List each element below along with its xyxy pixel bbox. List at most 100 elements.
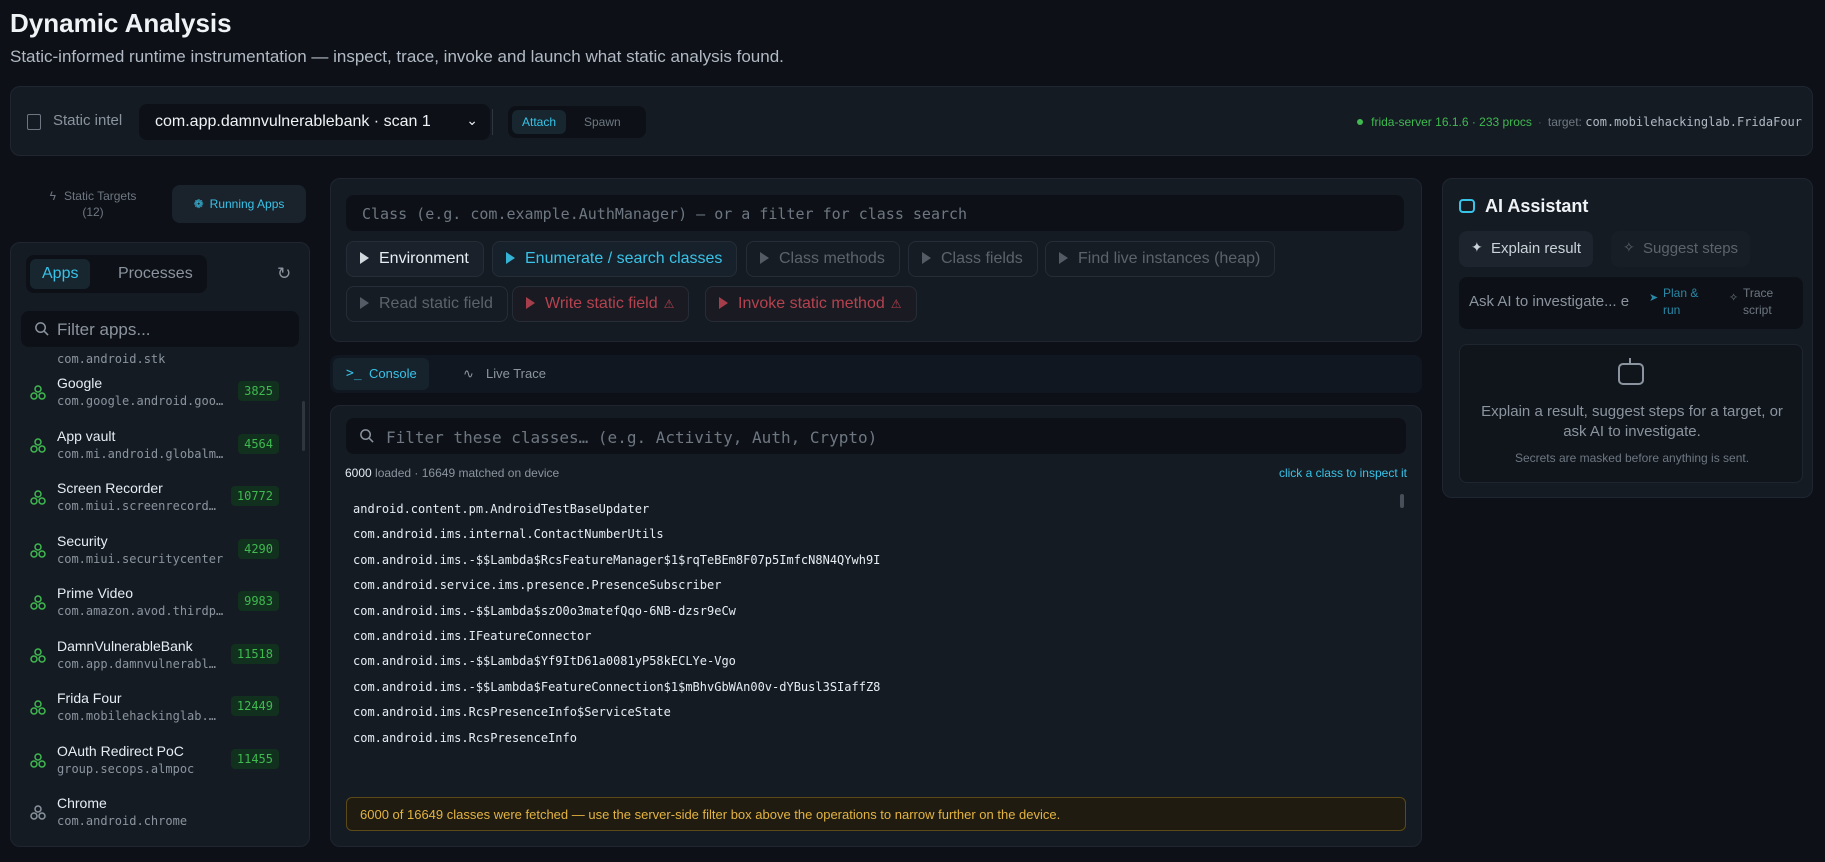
operations-panel: Class (e.g. com.example.AuthManager) — o… xyxy=(330,178,1422,342)
tab-running-apps[interactable]: ❁ Running Apps xyxy=(172,185,306,223)
find-instances-label: Find live instances (heap) xyxy=(1078,250,1261,267)
app-name: Google xyxy=(57,375,103,391)
find-live-instances-button[interactable]: Find live instances (heap) xyxy=(1045,241,1276,277)
app-name: Screen Recorder xyxy=(57,480,163,496)
plan-run-button[interactable]: Plan & run xyxy=(1663,285,1703,319)
read-static-label: Read static field xyxy=(379,295,493,312)
class-row[interactable]: android.content.pm.AndroidTestBaseUpdate… xyxy=(353,502,649,516)
list-item[interactable]: OAuth Redirect PoC group.secops.almpoc 114… xyxy=(11,739,309,791)
warning-icon: ⚠ xyxy=(890,297,902,311)
ai-investigate-input[interactable]: Ask AI to investigate... e ➤ Plan & run … xyxy=(1459,277,1803,329)
search-icon xyxy=(35,322,49,336)
list-item[interactable]: Screen Recorder com.miui.screenrecord… 107… xyxy=(11,476,309,528)
tab-static-targets[interactable]: ϟ Static Targets (12) xyxy=(18,185,168,223)
fetch-limit-banner: 6000 of 16649 classes were fetched — use… xyxy=(346,797,1406,831)
click-hint: click a class to inspect it xyxy=(1278,466,1407,480)
class-row[interactable]: com.android.ims.-$$Lambda$RcsFeatureMana… xyxy=(353,553,880,567)
class-row[interactable]: com.android.ims.IFeatureConnector xyxy=(353,629,591,643)
console-tabs: >_ Console ∿ Live Trace xyxy=(330,355,1422,393)
scrollbar[interactable] xyxy=(1400,494,1404,508)
play-icon xyxy=(922,252,931,264)
ai-empty-message: Explain a result, suggest steps for a ta… xyxy=(1481,403,1783,440)
class-row[interactable]: com.android.ims.-$$Lambda$FeatureConnect… xyxy=(353,680,880,694)
refresh-icon[interactable]: ↻ xyxy=(277,265,295,283)
filter-apps-input[interactable]: Filter apps... xyxy=(21,311,299,347)
class-row[interactable]: com.android.service.ims.presence.Presenc… xyxy=(353,578,721,592)
read-static-field-button[interactable]: Read static field xyxy=(346,286,508,322)
app-icon xyxy=(30,805,46,826)
pid-badge: 11518 xyxy=(230,643,279,664)
class-row[interactable]: com.android.ims.internal.ContactNumberUt… xyxy=(353,527,664,541)
pid-badge: 10772 xyxy=(230,486,279,506)
list-item[interactable]: Google com.google.android.goo… 3825 xyxy=(11,371,309,423)
file-code-icon xyxy=(27,114,41,130)
page-subtitle: Static-informed runtime instrumentation … xyxy=(10,47,784,66)
running-apps-panel: Apps Processes ↻ Filter apps... com.andr… xyxy=(10,242,310,847)
scrollbar[interactable] xyxy=(302,401,305,451)
list-item[interactable]: Frida Four com.mobilehackinglab.… 12449 xyxy=(11,686,309,738)
pid-badge: 4290 xyxy=(238,538,279,559)
app-name: Prime Video xyxy=(57,585,134,601)
mode-toggle: Attach Spawn xyxy=(508,106,646,138)
terminal-icon: >_ xyxy=(346,366,362,381)
apps-processes-toggle: Apps Processes xyxy=(26,255,207,293)
class-filter-input[interactable]: Filter these classes… (e.g. Activity, Au… xyxy=(346,418,1406,454)
environment-button[interactable]: Environment xyxy=(346,241,484,277)
scan-select[interactable]: com.app.damnvulnerablebank · scan 1 ⌄ xyxy=(139,104,490,140)
class-row[interactable]: com.android.ims.-$$Lambda$Yf9ItD61a0081y… xyxy=(353,654,736,668)
class-row[interactable]: com.android.ims.-$$Lambda$szO0o3matefQqo… xyxy=(353,604,736,618)
play-icon xyxy=(360,252,369,264)
app-package: com.miui.securitycenter xyxy=(57,551,224,566)
app-package: com.android.stk xyxy=(57,352,166,366)
loaded-suffix: loaded · 16649 matched on device xyxy=(375,466,560,480)
class-row[interactable]: com.android.ims.RcsPresenceInfo$ServiceS… xyxy=(353,705,671,719)
attach-mode-button[interactable]: Attach xyxy=(512,110,567,134)
ai-empty-note: Secrets are masked before anything is se… xyxy=(1514,451,1750,465)
list-item[interactable]: App vault com.mi.android.globalm… 4564 xyxy=(11,424,309,476)
tab-apps[interactable]: Apps xyxy=(30,259,91,289)
lightning-icon: ϟ xyxy=(49,189,56,203)
tab-processes[interactable]: Processes xyxy=(106,259,205,289)
tab-console[interactable]: >_ Console xyxy=(333,358,429,390)
pid-badge: 12449 xyxy=(230,696,279,716)
app-package: com.miui.screenrecord… xyxy=(57,499,216,513)
pid-badge: 4564 xyxy=(238,433,279,454)
list-item[interactable]: Security com.miui.securitycenter 4290 xyxy=(11,529,309,581)
app-name: Frida Four xyxy=(57,690,122,706)
tab-running-label: Running Apps xyxy=(209,197,285,211)
enumerate-label: Enumerate / search classes xyxy=(525,250,723,267)
class-input[interactable]: Class (e.g. com.example.AuthManager) — o… xyxy=(346,195,1404,231)
list-item[interactable]: Chrome com.android.chrome xyxy=(11,791,309,843)
explain-result-button[interactable]: ✦ Explain result xyxy=(1459,231,1594,267)
class-methods-button[interactable]: Class methods xyxy=(746,241,900,277)
wand-icon: ✧ xyxy=(1623,239,1635,255)
play-icon xyxy=(760,252,769,264)
invoke-static-label: Invoke static method xyxy=(738,295,885,312)
invoke-static-method-button[interactable]: Invoke static method ⚠ xyxy=(705,286,917,322)
spawn-mode-button[interactable]: Spawn xyxy=(574,110,631,134)
trace-script-button[interactable]: Trace script xyxy=(1743,285,1787,319)
play-icon xyxy=(506,252,515,264)
enumerate-classes-button[interactable]: Enumerate / search classes xyxy=(492,241,738,277)
class-fields-button[interactable]: Class fields xyxy=(908,241,1038,277)
list-item[interactable]: DamnVulnerableBank com.app.damnvulnerabl…… xyxy=(11,634,309,686)
suggest-steps-button[interactable]: ✧ Suggest steps xyxy=(1611,231,1751,267)
app-icon xyxy=(30,647,46,669)
app-icon xyxy=(30,385,46,406)
apps-icon: ❁ xyxy=(193,197,204,211)
ai-assistant-panel: AI Assistant ✦ Explain result ✧ Suggest st… xyxy=(1442,178,1813,498)
pid-badge: 9983 xyxy=(238,591,279,611)
app-package: com.mi.android.globalm… xyxy=(57,446,224,461)
pid-badge: 3825 xyxy=(238,381,279,401)
play-icon xyxy=(719,297,728,309)
class-row[interactable]: com.android.ims.RcsPresenceInfo xyxy=(353,731,577,745)
tab-live-trace[interactable]: ∿ Live Trace xyxy=(450,358,558,390)
list-item[interactable]: Prime Video com.amazon.avod.thirdp… 9983 xyxy=(11,581,309,633)
class-fields-label: Class fields xyxy=(941,250,1023,267)
explain-label: Explain result xyxy=(1491,240,1582,257)
console-panel: Filter these classes… (e.g. Activity, Au… xyxy=(330,405,1422,847)
app-icon xyxy=(30,595,46,616)
write-static-field-button[interactable]: Write static field ⚠ xyxy=(512,286,690,322)
scan-select-value: com.app.damnvulnerablebank · scan 1 xyxy=(155,113,431,130)
divider xyxy=(492,109,493,135)
